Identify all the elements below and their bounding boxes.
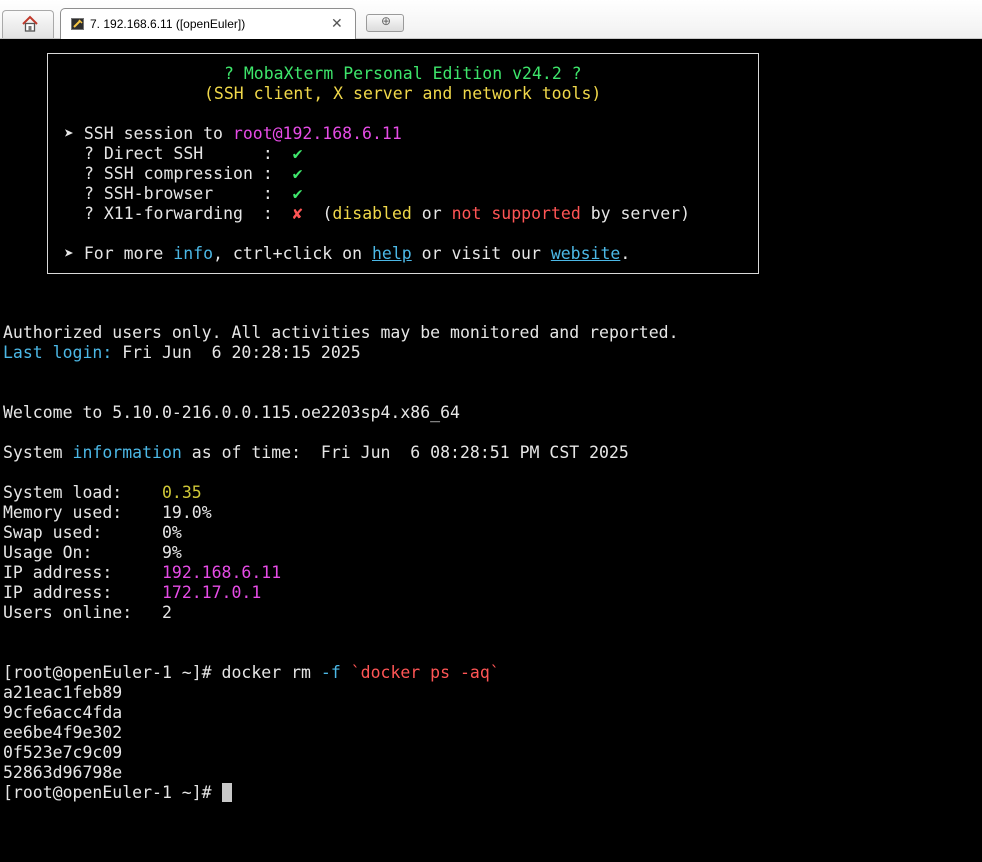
help-link[interactable]: help — [372, 244, 412, 263]
check-direct-ssh: ? Direct SSH : ✔ — [84, 144, 303, 163]
stat-users-online: Users online: 2 — [3, 603, 172, 622]
tab-bar: 7. 192.168.6.11 ([openEuler]) ✕ ⊕ — [0, 0, 982, 39]
check-icon: ✔ — [292, 184, 303, 203]
output-line: 52863d96798e — [3, 763, 123, 782]
arrow-icon: ➤ — [64, 124, 74, 143]
mobaxterm-banner: ? MobaXterm Personal Edition v24.2 ? (SS… — [47, 53, 759, 274]
ssh-session-line: ➤ SSH session to root@192.168.6.11 — [64, 124, 402, 143]
home-tab[interactable] — [2, 10, 54, 38]
shell-prompt: [root@openEuler-1 ~]# — [3, 783, 222, 802]
check-icon: ✔ — [292, 164, 303, 183]
session-tab[interactable]: 7. 192.168.6.11 ([openEuler]) ✕ — [60, 8, 356, 39]
system-info-line: System information as of time: Fri Jun 6… — [3, 443, 629, 462]
terminal-session-icon — [71, 18, 84, 30]
current-prompt-line[interactable]: [root@openEuler-1 ~]# — [3, 783, 232, 803]
output-line: 9cfe6acc4fda — [3, 703, 123, 722]
banner-subtitle: (SSH client, X server and network tools) — [204, 84, 602, 103]
stat-ip-address-1: IP address: 192.168.6.11 — [3, 563, 282, 582]
stat-usage-on: Usage On: 9% — [3, 543, 182, 562]
authorized-notice: Authorized users only. All activities ma… — [3, 323, 679, 342]
terminal-cursor — [221, 783, 232, 802]
welcome-line: Welcome to 5.10.0-216.0.0.115.oe2203sp4.… — [3, 403, 460, 422]
output-line: a21eac1feb89 — [3, 683, 123, 702]
plus-icon: ⊕ — [381, 14, 392, 28]
stat-ip-address-2: IP address: 172.17.0.1 — [3, 583, 262, 602]
website-link[interactable]: website — [551, 244, 621, 263]
session-tab-title: 7. 192.168.6.11 ([openEuler]) — [90, 17, 246, 31]
shell-prompt: [root@openEuler-1 ~]# — [3, 663, 222, 682]
check-ssh-compression: ? SSH compression : ✔ — [84, 164, 303, 183]
home-icon — [22, 15, 38, 32]
stat-system-load: System load: 0.35 — [3, 483, 202, 502]
output-line: ee6be4f9e302 — [3, 723, 123, 742]
check-ssh-browser: ? SSH-browser : ✔ — [84, 184, 303, 203]
cross-icon: ✘ — [292, 204, 303, 223]
stat-swap-used: Swap used: 0% — [3, 523, 182, 542]
banner-title: ? MobaXterm Personal Edition v24.2 ? — [224, 64, 582, 83]
output-line: 0f523e7c9c09 — [3, 743, 123, 762]
close-tab-icon[interactable]: ✕ — [331, 15, 343, 32]
terminal-area[interactable]: ? MobaXterm Personal Edition v24.2 ? (SS… — [0, 39, 982, 862]
check-x11-forwarding: ? X11-forwarding : ✘ (disabled or not su… — [84, 204, 691, 223]
check-icon: ✔ — [292, 144, 303, 163]
more-info-line: ➤ For more info, ctrl+click on help or v… — [64, 244, 631, 263]
last-login-line: Last login: Fri Jun 6 20:28:15 2025 — [3, 343, 361, 362]
arrow-icon: ➤ — [64, 244, 74, 263]
stat-memory-used: Memory used: 19.0% — [3, 503, 212, 522]
ssh-target: root@192.168.6.11 — [232, 124, 402, 143]
command-line: [root@openEuler-1 ~]# docker rm -f `dock… — [3, 663, 500, 682]
new-tab-button[interactable]: ⊕ — [366, 14, 404, 32]
